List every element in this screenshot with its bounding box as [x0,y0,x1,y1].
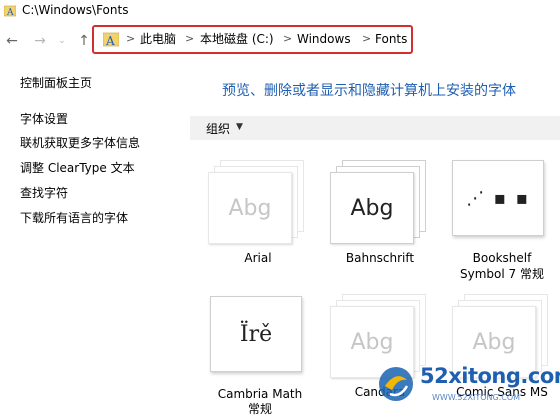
title-bar: A C:\Windows\Fonts [0,0,560,24]
font-sample-text: Abg [228,195,272,221]
breadcrumb-item-windows[interactable]: Windows [297,31,351,47]
sidebar-link-control-panel-home[interactable]: 控制面板主页 [20,74,92,91]
recent-chevron-icon[interactable]: ⌄ [54,33,70,49]
organize-button[interactable]: 组织 [206,120,230,137]
chevron-down-icon[interactable]: ▼ [236,122,243,132]
font-preview-page: Ïrě [210,296,302,372]
font-name: Cambria Math [217,387,303,401]
font-preview-page: ⋰ ▪ ▪ [452,160,544,236]
fonts-folder-icon: A [103,32,119,47]
svg-text:A: A [105,34,115,47]
font-name: Bookshelf [472,251,532,265]
watermark-text: 52xitong.com [420,364,560,388]
font-sample-text: Abg [350,195,394,221]
command-toolbar: 组织 ▼ [190,116,560,140]
sidebar-link-get-more-fonts[interactable]: 联机获取更多字体信息 [20,134,140,151]
folder-font-icon: A [4,5,16,17]
sidebar-link-download-fonts[interactable]: 下载所有语言的字体 [20,209,128,226]
window-title: C:\Windows\Fonts [22,3,129,17]
breadcrumb-separator: > [283,32,293,45]
font-name-style: 常规 [247,402,272,416]
watermark: 52xitong.com WWW.52XITONG.COM [376,360,560,412]
font-name: Arial [244,251,272,265]
svg-text:A: A [6,8,14,17]
font-name: Bahnschrift [345,251,415,265]
sidebar-link-font-settings[interactable]: 字体设置 [20,110,68,127]
font-preview-stack: Abg [208,160,308,244]
font-sample-text: Abg [350,329,394,355]
up-arrow-icon[interactable]: ↑ [76,33,92,49]
font-name-style: Symbol 7 常规 [460,267,544,281]
breadcrumb-item-this-pc[interactable]: 此电脑 [140,31,176,47]
breadcrumb-item-fonts[interactable]: Fonts [375,31,407,47]
breadcrumb-separator: > [362,32,372,45]
breadcrumb-item-local-disk[interactable]: 本地磁盘 (C:) [200,31,274,47]
font-preview-stack: Abg [330,160,430,244]
breadcrumb-separator: > [126,32,136,45]
font-sample-text: Ïrě [239,321,273,347]
address-bar[interactable]: A > 此电脑 > 本地磁盘 (C:) > Windows > Fonts [92,25,413,54]
page-header: 预览、删除或者显示和隐藏计算机上安装的字体 [222,83,516,99]
back-arrow-icon[interactable]: ← [4,33,20,49]
forward-arrow-icon[interactable]: → [32,33,48,49]
font-sample-text: Abg [472,329,516,355]
sidebar-link-cleartype[interactable]: 调整 ClearType 文本 [20,159,135,176]
breadcrumb-separator: > [185,32,195,45]
watermark-logo-icon [379,367,413,401]
sidebar-link-find-character[interactable]: 查找字符 [20,184,68,201]
font-sample-text: ⋰ ▪ ▪ [466,187,530,209]
watermark-subtext: WWW.52XITONG.COM [432,393,521,402]
